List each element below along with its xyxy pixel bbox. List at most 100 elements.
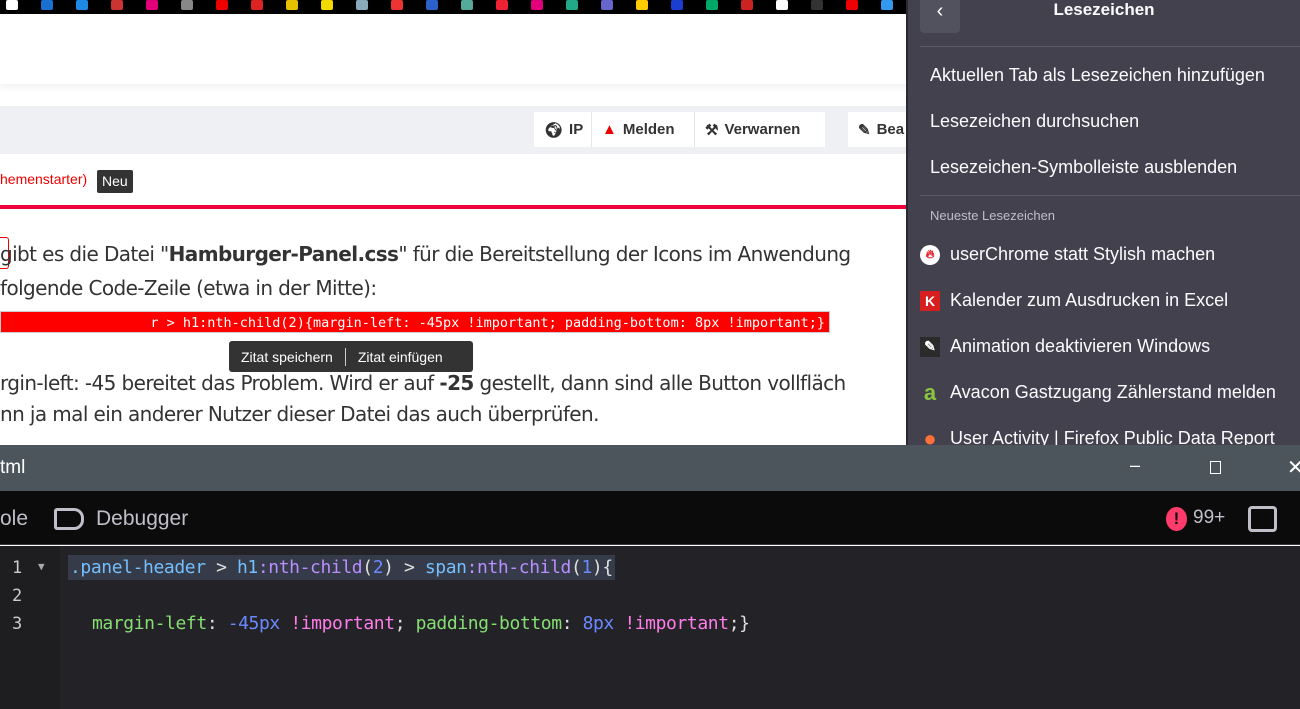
bookmark-label: Avacon Gastzugang Zählerstand melden [950,382,1276,402]
site-header [0,14,910,84]
bookmark-favicon-icon[interactable] [741,0,753,10]
code-token: 1 [581,557,592,578]
code-token: ) [591,557,603,578]
devtools-titlebar: tml – ✕ [0,445,1300,491]
pencil-icon: ✎ [858,121,871,139]
code-token: .panel-header [70,557,206,578]
bookmark-label: userChrome statt Stylish machen [950,244,1216,264]
pen-icon: ✎ [920,336,940,357]
line-number: 2 [12,586,23,606]
k-logo-icon: K [920,290,940,311]
code-block[interactable]: r > h1:nth-child(2){margin-left: -45px !… [0,311,830,333]
window-title: tml [0,457,26,478]
code-token: margin-left [92,613,207,634]
author-role: hemenstarter) [0,171,88,187]
divider [0,205,910,209]
warn-button[interactable]: ⚒ Verwarnen [695,112,825,147]
code-token: : [561,613,583,634]
bookmark-favicon-icon[interactable] [76,0,88,10]
bookmark-favicon-icon[interactable] [566,0,578,10]
report-button[interactable]: ▲ Melden [592,112,695,147]
bookmark-favicon-icon[interactable] [6,0,18,10]
recent-bookmark-item[interactable]: ✎ Animation deaktivieren Windows [920,336,1210,357]
recent-bookmark-item[interactable]: a Avacon Gastzugang Zählerstand melden [920,379,1276,405]
bookmark-favicon-icon[interactable] [496,0,508,10]
error-icon[interactable]: ! [1166,507,1187,531]
hide-toolbar-item[interactable]: Lesezeichen-Symbolleiste ausblenden [930,157,1237,178]
bookmark-favicon-icon[interactable] [146,0,158,10]
code-token: :nth-child [466,557,572,578]
recent-bookmark-item[interactable]: 🔥︎ userChrome statt Stylish machen [920,244,1215,265]
insert-quote-button[interactable]: Zitat einfügen [346,349,455,365]
bookmark-favicon-icon[interactable] [216,0,228,10]
bookmark-favicon-icon[interactable] [776,0,788,10]
bookmark-favicon-icon[interactable] [811,0,823,10]
bookmarks-panel: ‹ Lesezeichen Aktuellen Tab als Lesezeic… [906,0,1300,451]
a-logo-icon: a [923,379,937,405]
code-token: h1 [237,557,258,578]
save-quote-button[interactable]: Zitat speichern [229,349,345,365]
minimize-button[interactable]: – [1130,455,1140,476]
error-count[interactable]: 99+ [1193,507,1225,529]
code-token: 8px [582,613,615,634]
bookmark-favicon-icon[interactable] [321,0,333,10]
recent-heading: Neueste Lesezeichen [930,208,1056,223]
add-bookmark-item[interactable]: Aktuellen Tab als Lesezeichen hinzufügen [930,65,1265,86]
divider [920,195,1300,196]
bookmark-favicon-icon[interactable] [41,0,53,10]
code-token: -45px [227,613,281,634]
dock-layout-icon[interactable] [1248,506,1277,532]
bookmark-favicon-icon[interactable] [181,0,193,10]
bookmark-favicon-icon[interactable] [881,0,893,10]
gavel-icon: ⚒ [705,121,719,139]
bookmark-favicon-icon[interactable] [426,0,438,10]
bookmark-favicon-icon[interactable] [391,0,403,10]
devtools-toolbar: ole Debugger ! 99+ [0,491,1300,545]
maximize-button[interactable] [1210,461,1221,474]
bookmark-favicon-icon[interactable] [531,0,543,10]
post-text-line: rgin-left: -45 bereitet das Problem. Wir… [0,371,846,395]
bookmark-favicon-icon[interactable] [286,0,298,10]
post-text-line: gibt es die Datei "Hamburger-Panel.css" … [0,242,851,266]
code-token: ( [362,557,373,578]
tab-debugger[interactable]: Debugger [96,507,188,531]
quote-tooltip: Zitat speichern Zitat einfügen [229,341,473,372]
close-button[interactable]: ✕ [1287,455,1300,480]
code-token: > [393,557,425,578]
bookmark-favicon-icon[interactable] [461,0,473,10]
code-token: { [602,557,613,578]
recent-bookmark-item[interactable]: K Kalender zum Ausdrucken in Excel [920,290,1228,311]
code-token: : [206,613,228,634]
bookmark-favicon-icon[interactable] [636,0,648,10]
flame-icon: 🔥︎ [920,244,940,265]
post-text-line: folgende Code-Zeile (etwa in der Mitte): [0,276,377,300]
code-token: padding-bottom [415,613,563,634]
bookmark-label: Kalender zum Ausdrucken in Excel [950,290,1229,310]
post-text-line: nn ja mal ein anderer Nutzer dieser Date… [0,402,599,426]
line-number: 3 [12,614,23,634]
fold-arrow-icon[interactable]: ▼ [38,560,45,573]
code-editor[interactable]: 1 ▼ 2 3 .panel-header > h1:nth-child(2) … [0,546,1300,709]
code-token: !important [290,613,395,634]
code-token: > [205,557,237,578]
bookmark-favicon-icon[interactable] [846,0,858,10]
globe-icon: 🌍︎ [544,121,564,139]
tab-console[interactable]: ole [0,507,28,531]
ip-button[interactable]: 🌍︎ IP [534,112,592,147]
bookmark-favicon-icon[interactable] [251,0,263,10]
code-token: 2 [372,557,384,578]
warning-icon: ▲ [602,121,617,138]
bookmark-favicon-icon[interactable] [601,0,613,10]
bookmark-label: Animation deaktivieren Windows [950,336,1211,356]
code-token: ; [394,613,416,634]
bookmark-favicon-icon[interactable] [356,0,368,10]
code-token: !important [624,613,729,634]
bookmark-favicon-icon[interactable] [706,0,718,10]
new-badge: Neu [97,170,133,193]
search-bookmarks-item[interactable]: Lesezeichen durchsuchen [930,111,1139,132]
panel-title: Lesezeichen [1053,0,1155,19]
bookmark-favicon-icon[interactable] [111,0,123,10]
bookmark-favicon-icon[interactable] [671,0,683,10]
debugger-icon [54,508,84,530]
